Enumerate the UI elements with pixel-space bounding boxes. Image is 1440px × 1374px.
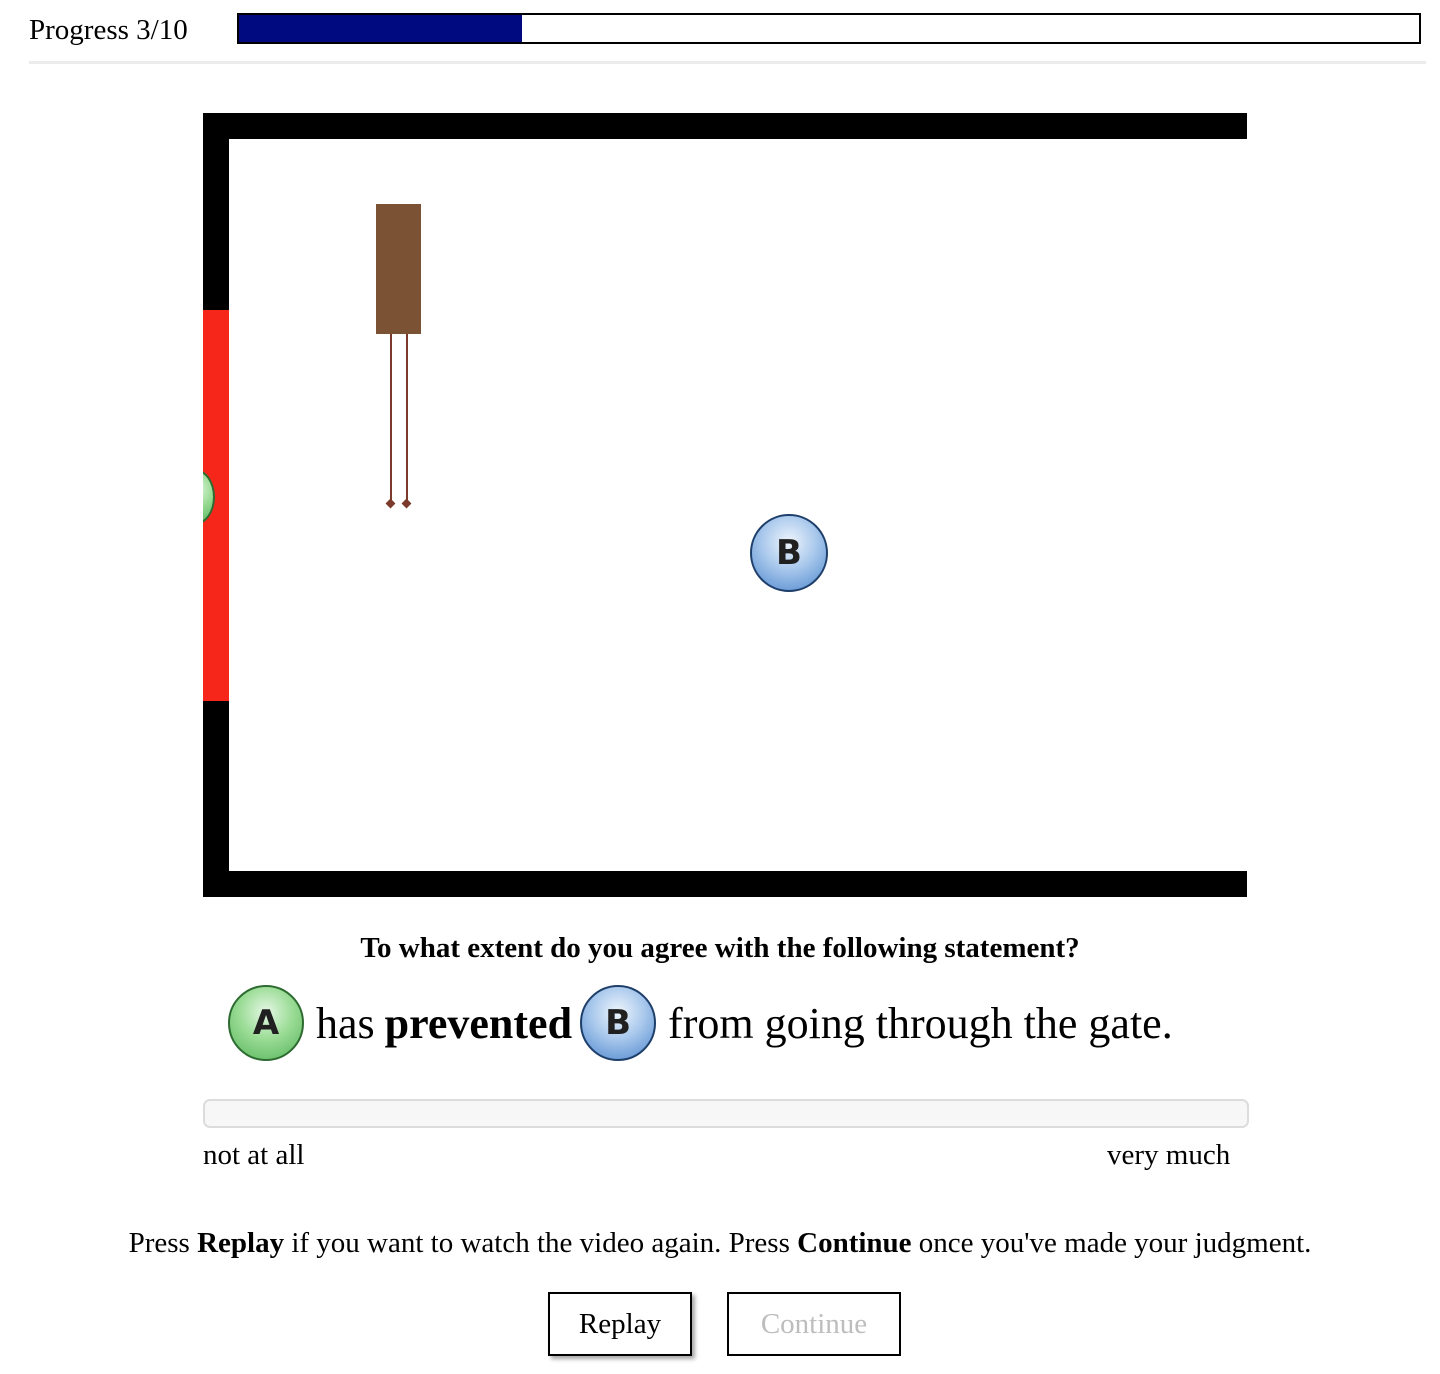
instructions: Press Replay if you want to watch the vi… xyxy=(0,1223,1440,1263)
wall-bottom xyxy=(203,871,1247,897)
box-leg xyxy=(390,334,392,504)
statement-ball-a: A xyxy=(228,985,304,1061)
instructions-text: Press xyxy=(128,1227,198,1259)
instructions-text: once you've made your judgment. xyxy=(911,1227,1312,1259)
statement-has: has xyxy=(316,998,375,1048)
instructions-continue: Continue xyxy=(797,1227,912,1259)
agreement-slider[interactable] xyxy=(203,1099,1249,1128)
box-leg xyxy=(406,334,408,504)
wall-left-upper xyxy=(203,113,229,311)
question-prompt: To what extent do you agree with the fol… xyxy=(360,932,1080,964)
statement-ball-b: B xyxy=(580,985,657,1061)
slider-max-label: very much xyxy=(1107,1139,1231,1171)
instructions-replay: Replay xyxy=(197,1227,285,1259)
box-foot xyxy=(385,498,396,509)
video-stage: B xyxy=(203,113,1247,897)
ball-b: B xyxy=(750,514,828,592)
wall-left-lower xyxy=(203,701,229,897)
box-foot xyxy=(401,498,412,509)
progress-bar-fill xyxy=(239,15,523,42)
replay-button[interactable]: Replay xyxy=(548,1292,692,1356)
slider-min-label: not at all xyxy=(203,1139,305,1171)
statement: A has prevented B from going through the… xyxy=(228,984,1173,1062)
wall-top xyxy=(203,113,1247,139)
box xyxy=(376,204,421,334)
instructions-text: if you want to watch the video again. Pr… xyxy=(284,1227,798,1259)
header-divider xyxy=(29,61,1426,64)
progress-label: Progress 3/10 xyxy=(29,14,188,46)
continue-button[interactable]: Continue xyxy=(727,1292,901,1356)
statement-verb: prevented xyxy=(384,998,573,1048)
progress-bar xyxy=(237,13,1421,44)
statement-rest: from going through the gate. xyxy=(668,998,1173,1048)
